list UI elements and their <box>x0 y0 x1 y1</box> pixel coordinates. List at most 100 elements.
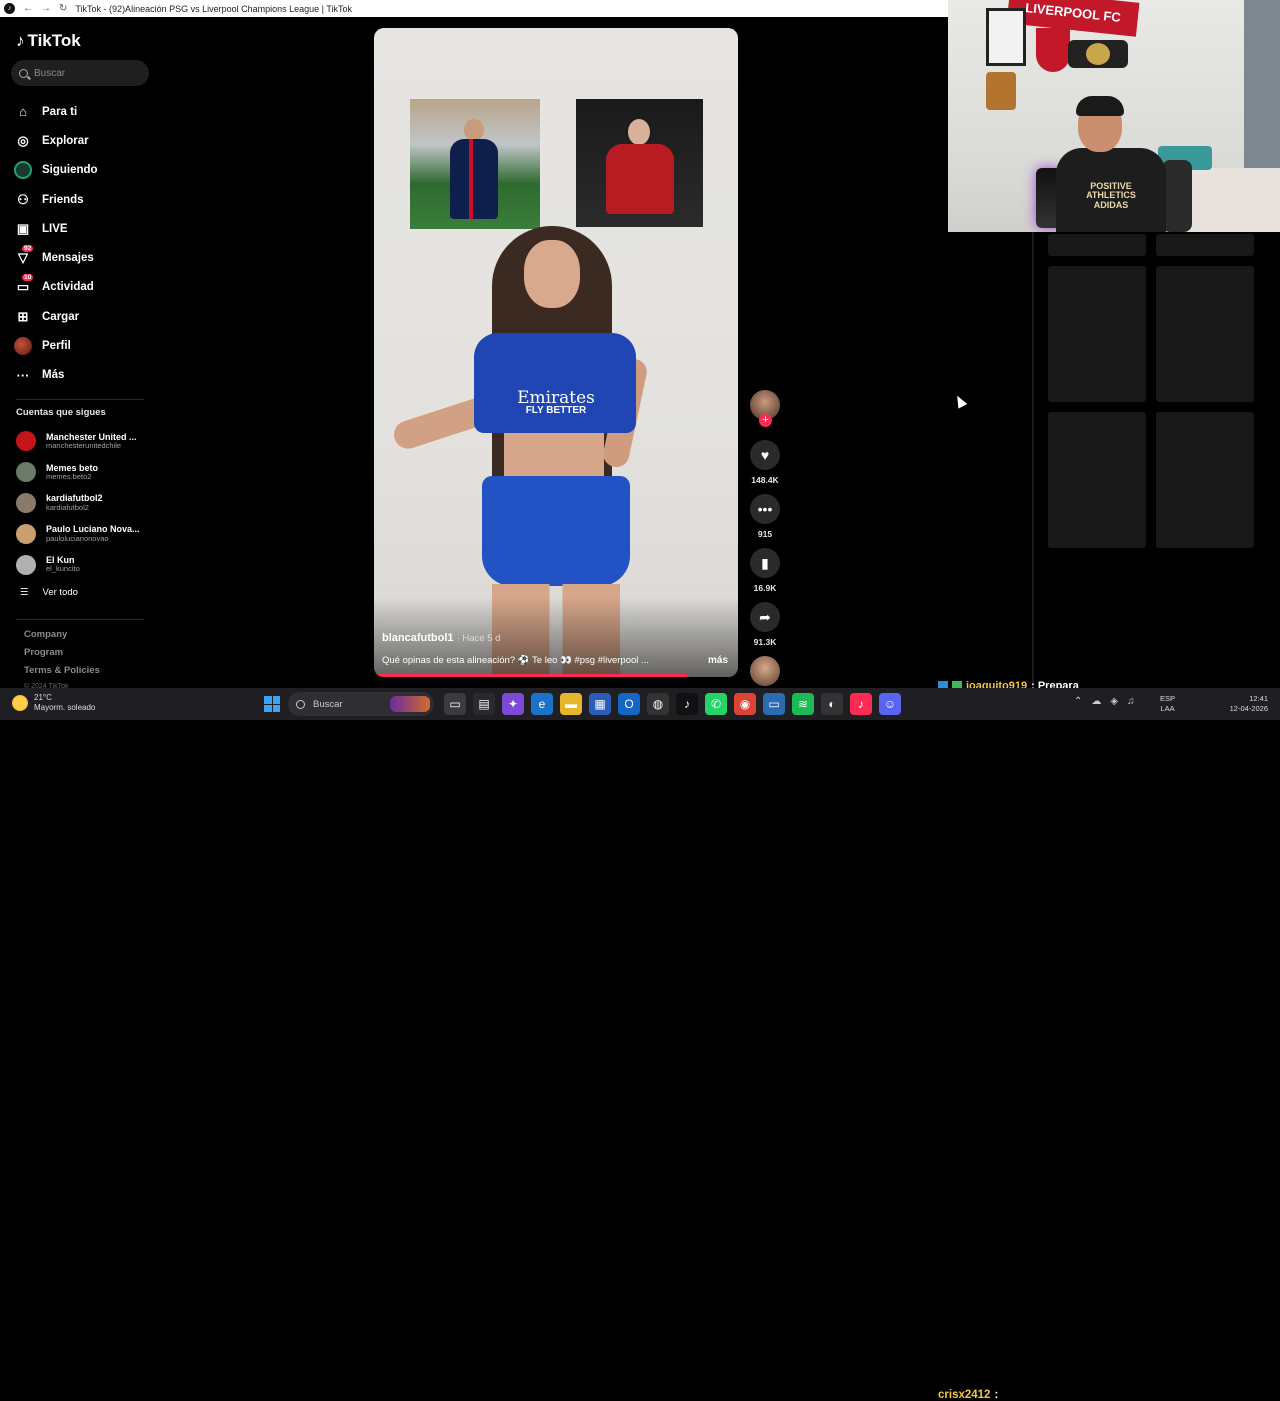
nav-item-cargar[interactable]: ⊞ Cargar <box>14 302 154 331</box>
tiktok-app-icon[interactable]: ♪ <box>676 693 698 715</box>
following-handle: paulolucianonovao <box>46 533 109 543</box>
footer-link-program[interactable]: Program <box>24 647 100 665</box>
grid-tile[interactable] <box>1048 266 1146 402</box>
widgets-icon[interactable]: ▤ <box>473 693 495 715</box>
compass-icon: ◎ <box>17 132 29 148</box>
nav-item-mensajes[interactable]: ▽ 92 Mensajes <box>14 243 154 272</box>
windows-logo-icon <box>264 696 272 704</box>
more-icon: ··· <box>16 367 30 383</box>
wall-sign <box>986 72 1016 110</box>
grid-tile[interactable] <box>1048 412 1146 548</box>
share-button[interactable]: ➦ <box>750 602 780 632</box>
weather-widget[interactable]: 21°C Mayorm. soleado <box>12 693 95 712</box>
video-player[interactable]: Emirates FLY BETTER blancafutbol1 · Hace… <box>374 28 738 677</box>
obs-icon[interactable]: ◐ <box>821 693 843 715</box>
following-item[interactable]: kardiafutbol2 kardiafutbol2 <box>16 488 156 519</box>
window <box>1244 0 1280 180</box>
footer-link-company[interactable]: Company <box>24 629 100 647</box>
outlook-icon[interactable]: O <box>618 693 640 715</box>
system-clock[interactable]: 12:41 12-04-2026 <box>1224 694 1268 714</box>
nav-item-live[interactable]: ▣ LIVE <box>14 214 154 243</box>
forward-icon[interactable]: → <box>41 3 51 14</box>
save-button[interactable]: ▮ <box>750 548 780 578</box>
streamer-hair <box>1076 96 1124 116</box>
copilot-icon[interactable]: ✦ <box>502 693 524 715</box>
following-item[interactable]: El Kun el_kuncito <box>16 549 156 580</box>
onedrive-icon[interactable]: ☁ <box>1091 696 1101 707</box>
following-item[interactable]: Memes beto memes.beto2 <box>16 457 156 488</box>
video-author[interactable]: blancafutbol1 · Hace 5 d <box>382 632 500 644</box>
store-icon[interactable]: ▦ <box>589 693 611 715</box>
tab-title: TikTok - (92)Alineación PSG vs Liverpool… <box>75 3 353 14</box>
comment-count: 915 <box>757 529 773 539</box>
chevron-up-icon[interactable]: ⌃ <box>1074 696 1082 707</box>
taskbar-search[interactable]: Buscar <box>288 692 434 716</box>
like-button[interactable]: ♥ <box>750 440 780 470</box>
microphone-icon[interactable]: ♫ <box>1127 696 1135 707</box>
shorts <box>482 476 630 586</box>
nav-item-mas[interactable]: ··· Más <box>14 361 154 390</box>
tiktok-live-icon[interactable]: ♪ <box>850 693 872 715</box>
search-icon <box>19 68 28 78</box>
clock-time: 12:41 <box>1249 694 1268 703</box>
sound-avatar[interactable] <box>750 656 780 686</box>
tiktok-logo-icon: ♪ <box>16 31 25 50</box>
wall-pennant <box>1036 28 1070 72</box>
more-button[interactable]: más <box>708 655 728 666</box>
avatar <box>16 462 36 483</box>
player-photo-psg <box>410 99 540 229</box>
divider <box>16 619 144 620</box>
following-item[interactable]: Manchester United ... manchesterunitedchi… <box>16 426 156 457</box>
following-handle: kardiafutbol2 <box>46 502 89 512</box>
grid-tile[interactable] <box>1156 412 1254 548</box>
chrome-icon[interactable]: ◉ <box>734 693 756 715</box>
back-icon[interactable]: ← <box>23 3 33 14</box>
layout-code: LAA <box>1160 703 1175 713</box>
avatar <box>16 554 36 575</box>
whatsapp-icon[interactable]: ✆ <box>705 693 727 715</box>
remote-desktop-icon[interactable]: ▭ <box>763 693 785 715</box>
see-all-link[interactable]: ☰ Ver todo <box>20 587 78 598</box>
avatar <box>16 492 36 513</box>
tiktok-logo[interactable]: ♪ TikTok <box>16 31 81 51</box>
network-icon[interactable]: ◈ <box>1110 696 1118 707</box>
player-head <box>464 119 484 141</box>
nav-item-siguiendo[interactable]: Siguiendo <box>14 156 154 185</box>
comment-button[interactable]: ••• <box>750 494 780 524</box>
discord-icon[interactable]: ☺ <box>879 693 901 715</box>
nav-label: Friends <box>42 193 84 206</box>
nav-item-para-ti[interactable]: ⌂ Para ti <box>14 97 154 126</box>
nav-item-perfil[interactable]: Perfil <box>14 331 154 360</box>
reload-icon[interactable]: ↻ <box>59 3 67 14</box>
following-icon <box>14 161 32 180</box>
nav-item-actividad[interactable]: ▭ 10 Actividad <box>14 273 154 302</box>
avatar <box>16 431 36 452</box>
grid-tile[interactable] <box>1156 266 1254 402</box>
grid-tile[interactable] <box>1048 234 1146 256</box>
windows-logo-icon <box>272 704 280 712</box>
nav-item-explorar[interactable]: ◎ Explorar <box>14 126 154 155</box>
bookmark-icon: ▮ <box>761 554 769 571</box>
see-all-label: Ver todo <box>42 587 78 598</box>
footer-link-terms[interactable]: Terms & Policies <box>24 665 100 683</box>
video-progress-bar[interactable] <box>374 674 688 677</box>
app-icon[interactable]: ◍ <box>647 693 669 715</box>
edge-icon[interactable]: e <box>531 693 553 715</box>
nav-label: LIVE <box>42 222 68 235</box>
weather-text: Mayorm. soleado <box>34 702 96 712</box>
file-explorer-icon[interactable]: ▬ <box>560 693 582 715</box>
start-button[interactable] <box>264 696 280 712</box>
midriff <box>504 430 604 482</box>
nav-item-friends[interactable]: ⚇ Friends <box>14 185 154 214</box>
clock-date: 12-04-2026 <box>1229 703 1268 713</box>
spotify-icon[interactable]: ≋ <box>792 693 814 715</box>
search-input[interactable]: Buscar <box>11 60 149 86</box>
grid-tile[interactable] <box>1156 234 1254 256</box>
following-item[interactable]: Paulo Luciano Nova... paulolucianonovao <box>16 518 156 549</box>
language-indicator[interactable]: ESP LAA <box>1160 694 1175 714</box>
follow-plus-icon[interactable]: + <box>759 414 772 427</box>
task-view-icon[interactable]: ▭ <box>444 693 466 715</box>
comment-icon: ••• <box>757 501 773 517</box>
nav-label: Cargar <box>42 310 80 323</box>
author-avatar[interactable]: + <box>750 390 780 427</box>
